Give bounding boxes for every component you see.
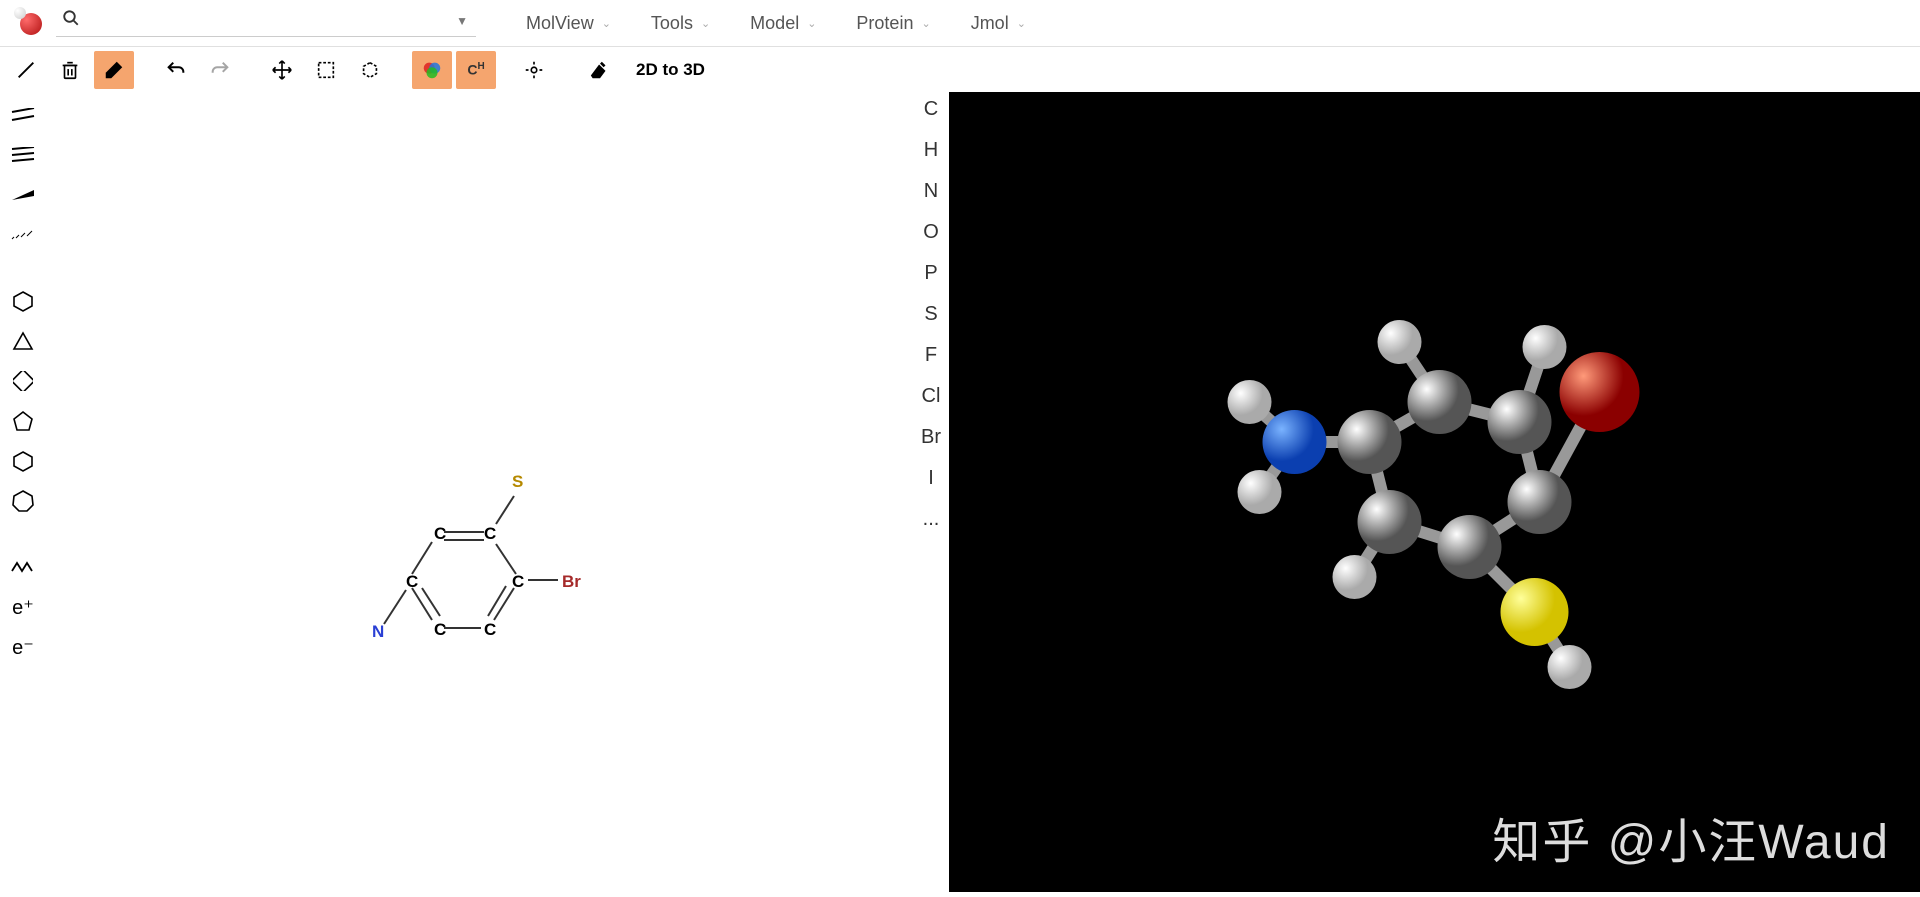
element-o[interactable]: O — [923, 221, 939, 244]
carbon-hydrogen-toggle[interactable]: CH — [456, 51, 496, 89]
element-more[interactable]: ... — [923, 508, 940, 531]
center-icon[interactable] — [514, 51, 554, 89]
atom-c: C — [434, 524, 446, 544]
pentagon-icon[interactable] — [8, 408, 38, 434]
atom-c: C — [484, 524, 496, 544]
left-toolbar: e⁺ e⁻ — [0, 92, 46, 892]
element-picker: C H N O P S F Cl Br I ... — [921, 98, 941, 531]
molecule-2d — [366, 472, 626, 672]
lasso-select-icon[interactable] — [350, 51, 390, 89]
element-f[interactable]: F — [925, 344, 937, 367]
benzene-icon[interactable] — [8, 288, 38, 314]
element-h[interactable]: H — [924, 139, 938, 162]
square-icon[interactable] — [8, 368, 38, 394]
main-menus: MolView⌄ Tools⌄ Model⌄ Protein⌄ Jmol⌄ — [506, 13, 1026, 34]
toolbar: CH 2D to 3D — [0, 47, 1920, 92]
search-input[interactable] — [92, 12, 448, 30]
atom-c: C — [484, 620, 496, 640]
element-br[interactable]: Br — [921, 426, 941, 449]
element-i[interactable]: I — [928, 467, 934, 490]
app-logo — [14, 7, 46, 39]
element-s[interactable]: S — [924, 303, 937, 326]
atom-br: Br — [562, 572, 581, 592]
chain-icon[interactable] — [8, 554, 38, 580]
clean-icon[interactable] — [580, 51, 620, 89]
search-container: ▼ — [56, 9, 476, 37]
atom-s: S — [512, 472, 523, 492]
element-p[interactable]: P — [924, 262, 937, 285]
trash-icon[interactable] — [50, 51, 90, 89]
atom-n: N — [372, 622, 384, 642]
rect-select-icon[interactable] — [306, 51, 346, 89]
atom-c: C — [406, 572, 418, 592]
menu-jmol[interactable]: Jmol⌄ — [971, 13, 1026, 34]
sketch-canvas-2d[interactable]: S C C C C C C Br N C H N O P S F Cl Br I… — [46, 92, 949, 892]
main-area: e⁺ e⁻ S C C C C — [0, 92, 1920, 892]
move-icon[interactable] — [262, 51, 302, 89]
double-bond-icon[interactable] — [8, 102, 38, 128]
charge-minus-icon[interactable]: e⁻ — [8, 634, 38, 660]
viewer-3d[interactable]: 知乎 @小汪Waud — [949, 92, 1920, 892]
triangle-icon[interactable] — [8, 328, 38, 354]
hexagon-icon[interactable] — [8, 448, 38, 474]
chevron-down-icon: ⌄ — [701, 17, 710, 30]
menu-protein[interactable]: Protein⌄ — [856, 13, 930, 34]
element-cl[interactable]: Cl — [922, 385, 941, 408]
watermark-text: 知乎 @小汪Waud — [1492, 802, 1890, 872]
charge-plus-icon[interactable]: e⁺ — [8, 594, 38, 620]
atom-c: C — [512, 572, 524, 592]
undo-icon[interactable] — [156, 51, 196, 89]
chevron-down-icon: ⌄ — [602, 17, 611, 30]
menu-model[interactable]: Model⌄ — [750, 13, 816, 34]
wedge-bond-icon[interactable] — [8, 182, 38, 208]
hash-bond-icon[interactable] — [8, 222, 38, 248]
eraser-icon[interactable] — [94, 51, 134, 89]
element-n[interactable]: N — [924, 180, 938, 203]
chevron-down-icon: ⌄ — [807, 17, 816, 30]
top-menu-bar: ▼ MolView⌄ Tools⌄ Model⌄ Protein⌄ Jmol⌄ — [0, 0, 1920, 47]
to-3d-button[interactable]: 2D to 3D — [636, 60, 705, 80]
molecule-3d — [949, 92, 1920, 892]
chevron-down-icon: ⌄ — [921, 17, 930, 30]
menu-tools[interactable]: Tools⌄ — [651, 13, 710, 34]
atom-c: C — [434, 620, 446, 640]
search-dropdown-icon[interactable]: ▼ — [456, 14, 468, 28]
search-icon — [62, 9, 80, 32]
heptagon-icon[interactable] — [8, 488, 38, 514]
color-mode-icon[interactable] — [412, 51, 452, 89]
menu-molview[interactable]: MolView⌄ — [526, 13, 611, 34]
element-c[interactable]: C — [924, 98, 938, 121]
bond-tool-icon[interactable] — [6, 51, 46, 89]
triple-bond-icon[interactable] — [8, 142, 38, 168]
redo-icon[interactable] — [200, 51, 240, 89]
chevron-down-icon: ⌄ — [1017, 17, 1026, 30]
